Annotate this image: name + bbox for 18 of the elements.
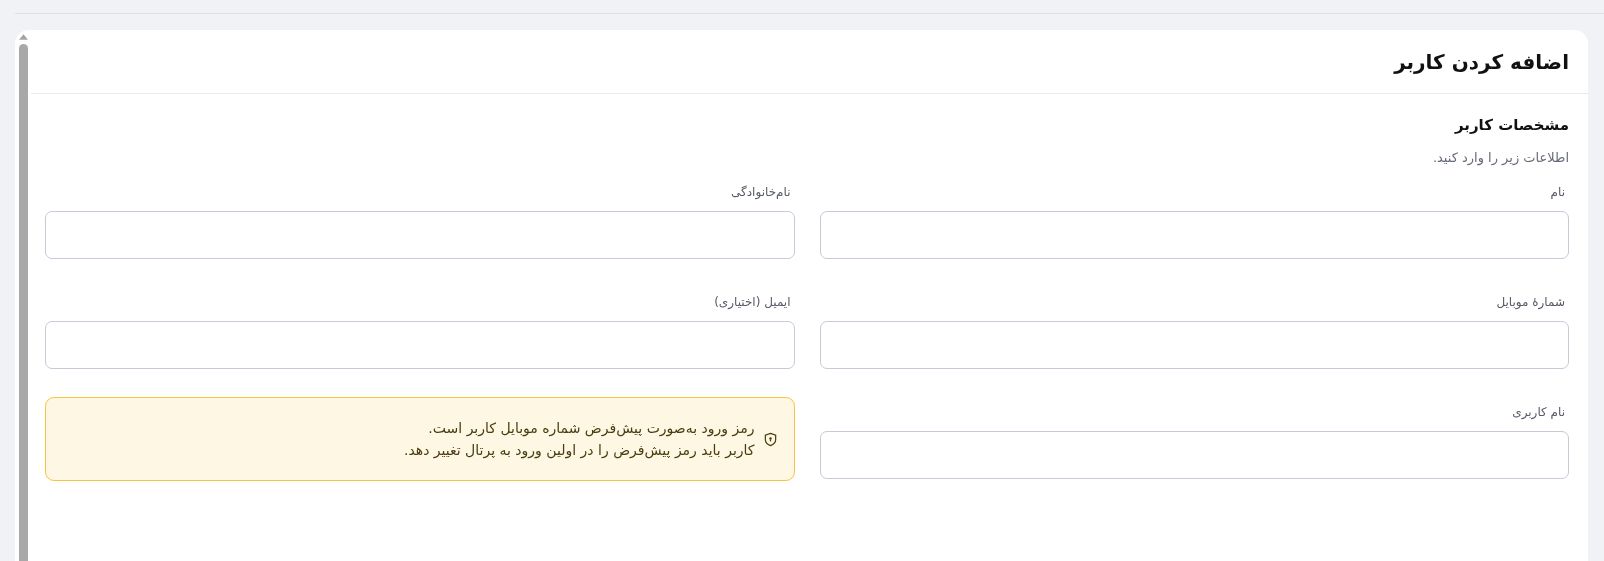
field-label: نام کاربری [1511, 405, 1566, 419]
section-title: مشخصات کاربر [1453, 116, 1569, 134]
field-label: شمارهٔ موبایل [1495, 295, 1566, 309]
input-field[interactable] [819, 211, 1569, 259]
card-title: اضافه کردن کاربر [1394, 49, 1569, 74]
shield-icon [762, 431, 778, 447]
field-label: نام‌خانوادگی [730, 185, 792, 199]
input-field[interactable] [819, 321, 1569, 369]
input-field[interactable] [819, 431, 1569, 479]
field-label: نام [1549, 185, 1566, 199]
input-field[interactable] [45, 321, 795, 369]
section-subtitle: اطلاعات زیر را وارد کنید. [1431, 150, 1569, 165]
scroll-up-icon[interactable] [18, 34, 28, 40]
alert-text: کاربر باید رمز پیش‌فرض را در اولین ورود به پرتال تغییر دهد. [403, 442, 755, 458]
alert-text: رمز ورود به‌صورت پیش‌فرض شماره موبایل کاربر است. [428, 420, 755, 436]
input-field[interactable] [45, 211, 795, 259]
scrollbar[interactable] [18, 34, 28, 561]
field-label: ایمیل (اختیاری) [713, 295, 792, 309]
